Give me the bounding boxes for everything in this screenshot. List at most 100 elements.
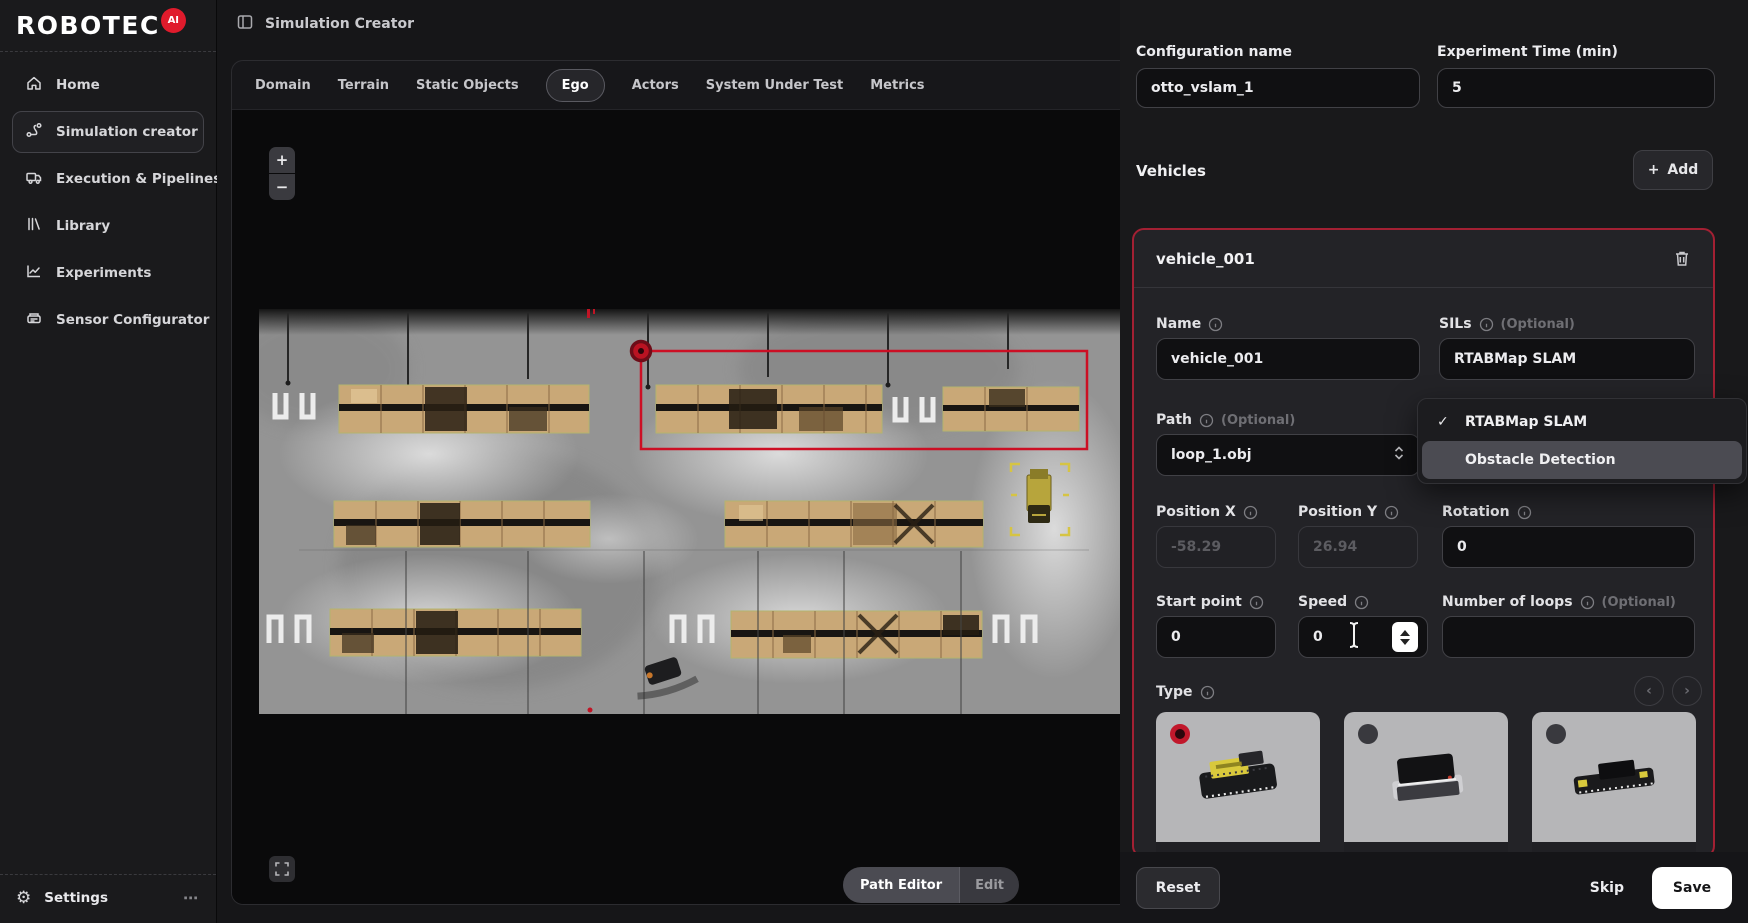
type-label: Type <box>1156 684 1215 700</box>
zoom-controls: + − <box>269 147 295 200</box>
save-button[interactable]: Save <box>1652 867 1732 909</box>
info-icon <box>1384 505 1399 520</box>
tab-metrics[interactable]: Metrics <box>870 70 924 101</box>
configuration-name-input[interactable] <box>1136 68 1420 108</box>
configuration-name-label: Configuration name <box>1136 44 1292 60</box>
sidebar-item-label: Home <box>56 77 100 93</box>
rotation-label: Rotation <box>1442 504 1532 520</box>
type-carousel-prev-button[interactable]: ‹ <box>1634 676 1664 706</box>
tab-system-under-test[interactable]: System Under Test <box>706 70 843 101</box>
zoom-out-button[interactable]: − <box>269 174 295 200</box>
app-window: ROBOTEC AI Home Simulation creator Execu… <box>0 0 1748 923</box>
truck-icon <box>25 168 43 190</box>
rotation-input[interactable] <box>1442 526 1695 568</box>
map-viewport[interactable]: + − <box>232 110 1120 905</box>
number-of-loops-input[interactable] <box>1442 616 1695 658</box>
sils-dropdown-menu: ✓ RTABMap SLAM Obstacle Detection <box>1417 398 1747 484</box>
books-icon <box>25 215 43 237</box>
zoom-in-button[interactable]: + <box>269 147 295 173</box>
sidebar-item-label: Sensor Configurator <box>56 312 209 328</box>
position-x-input <box>1156 526 1276 568</box>
type-carousel-next-button[interactable]: › <box>1672 676 1702 706</box>
tab-terrain[interactable]: Terrain <box>338 70 389 101</box>
settings-label: Settings <box>44 890 108 906</box>
sils-select[interactable]: RTABMap SLAM <box>1439 338 1695 380</box>
sidebar-item-label: Experiments <box>56 265 151 281</box>
sils-option-obstacle-detection[interactable]: Obstacle Detection <box>1422 441 1742 479</box>
start-point-input[interactable] <box>1156 616 1276 658</box>
editor-mode-toggle: Path Editor Edit <box>843 867 1019 903</box>
info-icon <box>1208 317 1223 332</box>
info-icon <box>1200 685 1215 700</box>
number-of-loops-label: Number of loops (Optional) <box>1442 594 1676 610</box>
reset-button[interactable]: Reset <box>1136 867 1220 909</box>
vehicle-name-input[interactable] <box>1156 338 1420 380</box>
vehicle-card: vehicle_001 Name SILs (Optional) RTABMap… <box>1132 228 1715 858</box>
select-chevrons-icon <box>1393 445 1405 465</box>
more-options-icon[interactable]: ⋯ <box>183 889 200 907</box>
robot-thumbnail <box>1560 742 1670 816</box>
add-vehicle-button[interactable]: + Add <box>1633 150 1713 190</box>
radio-selected-icon[interactable] <box>1170 724 1190 744</box>
sidebar-item-simulation-creator[interactable]: Simulation creator <box>12 111 204 153</box>
start-point-label: Start point <box>1156 594 1264 610</box>
vehicle-type-card-2[interactable] <box>1344 712 1508 862</box>
text-cursor <box>1346 620 1362 654</box>
vehicle-card-header: vehicle_001 <box>1134 230 1713 288</box>
vehicles-heading: Vehicles <box>1136 162 1206 180</box>
sidebar-nav: Home Simulation creator Execution & Pipe… <box>0 52 216 353</box>
vehicle-type-card-3[interactable] <box>1532 712 1696 862</box>
path-select[interactable]: loop_1.obj <box>1156 434 1420 476</box>
sidebar-item-execution-pipelines[interactable]: Execution & Pipelines <box>12 158 204 200</box>
sidebar-item-sensor-configurator[interactable]: Sensor Configurator <box>12 299 204 341</box>
tab-domain[interactable]: Domain <box>255 70 311 101</box>
sils-label: SILs (Optional) <box>1439 316 1575 332</box>
experiment-time-input[interactable] <box>1437 68 1715 108</box>
info-icon <box>1580 595 1595 610</box>
radio-unselected-icon[interactable] <box>1546 724 1566 744</box>
tab-actors[interactable]: Actors <box>632 70 679 101</box>
sidebar-item-label: Simulation creator <box>56 124 198 140</box>
tab-ego[interactable]: Ego <box>546 69 605 102</box>
delete-vehicle-button[interactable] <box>1673 249 1691 268</box>
radio-unselected-icon[interactable] <box>1358 724 1378 744</box>
warehouse-map[interactable] <box>259 309 1120 714</box>
vehicle-type-card-1[interactable] <box>1156 712 1320 862</box>
route-icon <box>25 121 43 143</box>
name-label: Name <box>1156 316 1223 332</box>
home-icon <box>25 74 43 96</box>
sidebar: ROBOTEC AI Home Simulation creator Execu… <box>0 0 217 923</box>
sidebar-item-label: Execution & Pipelines <box>56 171 221 187</box>
plus-icon: + <box>1648 162 1660 178</box>
simulation-panel: Domain Terrain Static Objects Ego Actors… <box>231 60 1120 905</box>
edit-button[interactable]: Edit <box>959 867 1019 903</box>
position-y-label: Position Y <box>1298 504 1399 520</box>
info-icon <box>1517 505 1532 520</box>
fullscreen-button[interactable] <box>269 856 295 882</box>
sidebar-item-experiments[interactable]: Experiments <box>12 252 204 294</box>
vehicle-card-title: vehicle_001 <box>1156 250 1255 268</box>
info-icon <box>1354 595 1369 610</box>
check-icon: ✓ <box>1437 414 1453 430</box>
sils-option-rtabmap-slam[interactable]: ✓ RTABMap SLAM <box>1422 403 1742 441</box>
brand-ai-badge: AI <box>161 8 186 33</box>
brand-wordmark: ROBOTEC <box>16 8 160 44</box>
configuration-panel: Configuration name Experiment Time (min)… <box>1120 0 1748 923</box>
gear-icon: ⚙ <box>16 890 31 907</box>
info-icon <box>1243 505 1258 520</box>
path-label: Path (Optional) <box>1156 412 1295 428</box>
tab-strip: Domain Terrain Static Objects Ego Actors… <box>232 61 1120 110</box>
path-editor-button[interactable]: Path Editor <box>843 867 959 903</box>
sidebar-item-home[interactable]: Home <box>12 64 204 106</box>
skip-button[interactable]: Skip <box>1590 880 1624 896</box>
sidebar-item-settings[interactable]: ⚙ Settings ⋯ <box>0 874 216 923</box>
sidebar-item-library[interactable]: Library <box>12 205 204 247</box>
info-icon <box>1479 317 1494 332</box>
position-x-label: Position X <box>1156 504 1258 520</box>
robot-thumbnail <box>1184 742 1294 816</box>
tab-static-objects[interactable]: Static Objects <box>416 70 519 101</box>
sidebar-item-label: Library <box>56 218 110 234</box>
speed-label: Speed <box>1298 594 1369 610</box>
panel-toggle-icon[interactable] <box>236 13 254 35</box>
speed-stepper[interactable] <box>1392 622 1418 652</box>
